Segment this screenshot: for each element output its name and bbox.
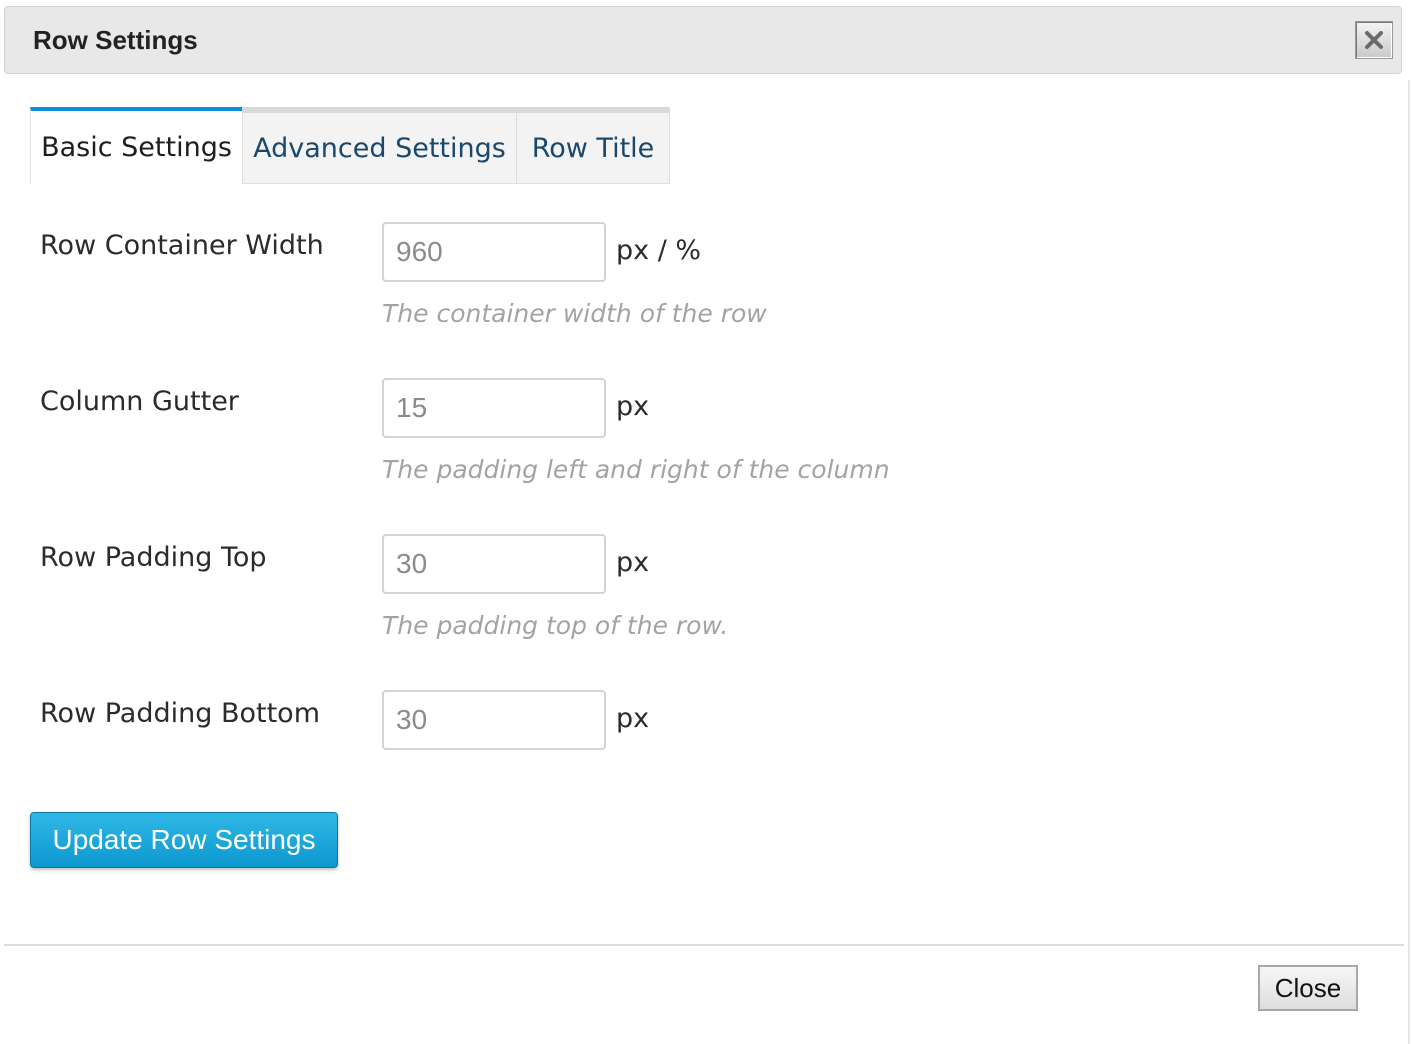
row-padding-bottom-unit: px: [616, 703, 650, 734]
dialog-right-edge: [1408, 80, 1410, 1044]
column-gutter-label: Column Gutter: [40, 386, 239, 417]
row-settings-dialog: Row Settings Basic Settings Advanced Set…: [0, 0, 1412, 1044]
row-container-width-input[interactable]: [382, 222, 606, 282]
row-padding-top-label: Row Padding Top: [40, 542, 267, 573]
dialog-title: Row Settings: [33, 25, 198, 55]
tab-basic-settings[interactable]: Basic Settings: [30, 107, 242, 184]
row-container-width-unit: px / %: [616, 235, 702, 266]
close-x-icon[interactable]: [1355, 21, 1393, 59]
row-padding-top-unit: px: [616, 547, 650, 578]
row-padding-top-help: The padding top of the row.: [382, 611, 729, 640]
column-gutter-unit: px: [616, 391, 650, 422]
tab-advanced-settings[interactable]: Advanced Settings: [242, 107, 516, 184]
row-padding-bottom-label: Row Padding Bottom: [40, 698, 320, 729]
row-container-width-label: Row Container Width: [40, 230, 324, 261]
row-padding-bottom-input[interactable]: [382, 690, 606, 750]
row-container-width-help: The container width of the row: [382, 299, 767, 328]
tab-row-title[interactable]: Row Title: [516, 107, 670, 184]
row-padding-top-input[interactable]: [382, 534, 606, 594]
footer-divider: [4, 944, 1404, 946]
close-button[interactable]: Close: [1258, 965, 1358, 1011]
column-gutter-input[interactable]: [382, 378, 606, 438]
update-row-settings-button[interactable]: Update Row Settings: [30, 812, 338, 868]
column-gutter-help: The padding left and right of the column: [382, 455, 890, 484]
dialog-titlebar: Row Settings: [4, 6, 1402, 74]
